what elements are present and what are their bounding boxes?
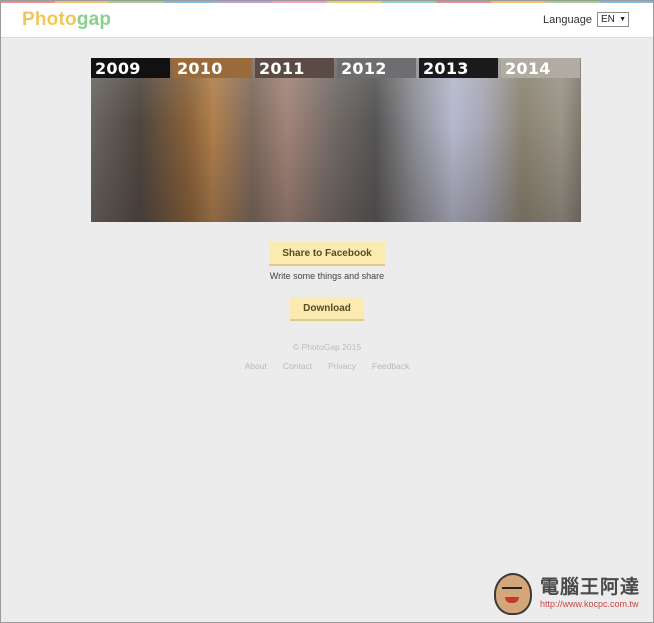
footer-link-feedback[interactable]: Feedback	[372, 361, 409, 371]
year-column-2010: 2010	[173, 58, 254, 222]
dropdown-arrow-icon: ▼	[619, 16, 626, 23]
year-label: 2013	[419, 58, 498, 78]
photo-collage: 2009 2010 2011 2012 2013 2014	[91, 58, 581, 222]
year-label: 2010	[173, 58, 252, 78]
watermark-title: 電腦王阿達	[540, 577, 641, 598]
language-dropdown[interactable]: EN ▼	[597, 12, 629, 27]
year-label: 2009	[91, 58, 170, 78]
footer-link-about[interactable]: About	[245, 361, 267, 371]
site-watermark: 電腦王阿達 http://www.kocpc.com.tw	[494, 573, 640, 615]
photogap-logo[interactable]: Photogap	[22, 9, 111, 31]
year-column-2011: 2011	[255, 58, 336, 222]
year-column-2013: 2013	[419, 58, 500, 222]
language-selector: Language EN ▼	[543, 12, 629, 27]
language-label: Language	[543, 13, 592, 26]
logo-text-gap: gap	[76, 9, 112, 30]
year-column-2014: 2014	[501, 58, 581, 222]
year-column-2012: 2012	[337, 58, 418, 222]
footer-link-contact[interactable]: Contact	[283, 361, 312, 371]
share-hint-text: Write some things and share	[269, 271, 385, 281]
year-label: 2012	[337, 58, 416, 78]
footer-links: About Contact Privacy Feedback	[0, 361, 654, 371]
logo-text-photo: Photo	[22, 9, 77, 30]
year-label: 2014	[501, 58, 580, 78]
watermark-url: http://www.kocpc.com.tw	[540, 599, 639, 609]
header-bar: Photogap Language EN ▼	[1, 3, 653, 38]
copyright-text: © PhotoGap 2015	[292, 342, 362, 352]
download-button[interactable]: Download	[290, 297, 364, 319]
year-label: 2011	[255, 58, 334, 78]
share-to-facebook-button[interactable]: Share to Facebook	[269, 242, 385, 264]
footer-link-privacy[interactable]: Privacy	[328, 361, 356, 371]
language-value: EN	[601, 14, 615, 25]
year-column-2009: 2009	[91, 58, 172, 222]
mascot-face-icon	[494, 573, 532, 615]
